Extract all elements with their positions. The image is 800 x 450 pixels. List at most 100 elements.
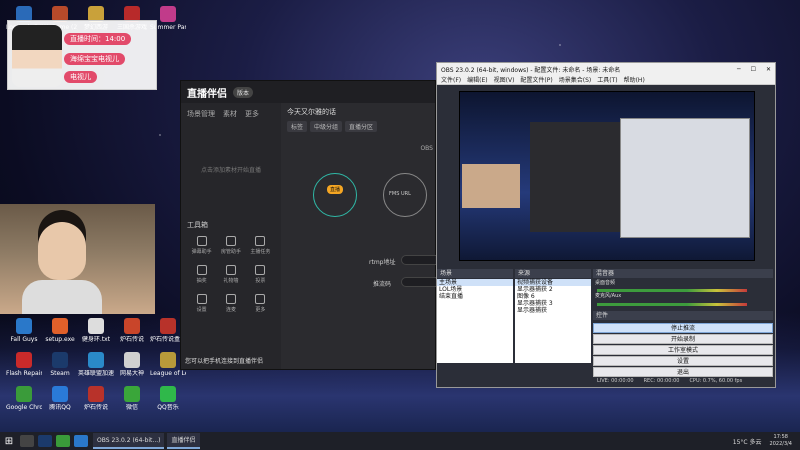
- add-source-hint: 点击添加素材开始直播: [200, 167, 261, 174]
- tool-label: 主播任务: [250, 249, 271, 255]
- taskbar-app-stream[interactable]: 直播伴侣: [167, 433, 200, 449]
- desktop-icon[interactable]: 炉石传说: [114, 318, 150, 343]
- live-overlay-widget: 直播时间：14:00 海绵宝宝电视儿 电视儿: [7, 20, 157, 90]
- stream-tab[interactable]: 场景管理: [187, 109, 215, 119]
- tool-label: 弹幕助手: [191, 249, 212, 255]
- source-item[interactable]: 显示器捕获 2: [515, 286, 591, 293]
- desktop-icon[interactable]: 英雄联盟加速器: [78, 352, 114, 377]
- tool-item[interactable]: 设置: [187, 294, 216, 313]
- obs-control-button[interactable]: 设置: [593, 356, 773, 366]
- tool-icon: [196, 265, 207, 275]
- weather-widget[interactable]: 15°C 多云: [733, 437, 762, 446]
- desktop-icon[interactable]: Fall Guys: [6, 318, 42, 343]
- obs-menu-item[interactable]: 文件(F): [441, 75, 461, 84]
- tool-label: 连麦: [225, 307, 236, 313]
- tool-label: 设置: [196, 307, 207, 313]
- stream-tag[interactable]: 中级分组: [310, 121, 343, 132]
- tool-item[interactable]: 主播任务: [246, 236, 275, 255]
- mixer-track-1: 桌面音频: [595, 280, 616, 286]
- desktop-icon-label: 炉石传说: [83, 404, 108, 411]
- obs-preview[interactable]: [459, 91, 755, 261]
- app-icon: [124, 352, 140, 368]
- obs-control-button[interactable]: 停止推流: [593, 323, 773, 333]
- desktop-icon[interactable]: setup.exe: [42, 318, 78, 343]
- explorer-taskbar-icon[interactable]: [74, 435, 88, 447]
- windows-start-icon[interactable]: ⊞: [0, 436, 18, 447]
- app-icon: [160, 386, 176, 402]
- tool-item[interactable]: 更多: [246, 294, 275, 313]
- sources-list[interactable]: 视频捕获设备 显示器捕获 2 图像 6 显示器捕获 3 显示器捕获: [515, 279, 591, 363]
- scene-item[interactable]: 主场景: [437, 279, 513, 286]
- tool-item[interactable]: 投票: [246, 265, 275, 284]
- tool-item[interactable]: 连麦: [216, 294, 245, 313]
- source-item[interactable]: 显示器捕获 3: [515, 300, 591, 307]
- scene-item[interactable]: LOL场景: [437, 286, 513, 293]
- obs-control-button[interactable]: 退出: [593, 367, 773, 377]
- stream-key-input[interactable]: [401, 277, 441, 287]
- stream-tag[interactable]: 直播分区: [345, 121, 378, 132]
- desktop-icon[interactable]: QQ音乐: [150, 386, 186, 411]
- app-icon: [124, 386, 140, 402]
- rtmp-input[interactable]: [401, 255, 441, 265]
- steam-taskbar-icon[interactable]: [38, 435, 52, 447]
- taskbar-app-obs[interactable]: OBS 23.0.2 (64-bit...): [93, 433, 165, 449]
- search-icon[interactable]: [20, 435, 34, 447]
- live-circle[interactable]: [313, 173, 357, 217]
- stream-tag[interactable]: 标签: [287, 121, 308, 132]
- stream-tab[interactable]: 素材: [223, 109, 237, 119]
- preview-obs: [620, 118, 750, 238]
- tool-item[interactable]: 弹幕助手: [187, 236, 216, 255]
- tool-item[interactable]: 礼物墙: [216, 265, 245, 284]
- desktop-icon-label: setup.exe: [45, 336, 75, 343]
- desktop-icon[interactable]: Flash Repair: [6, 352, 42, 377]
- mixer-meter-1: [597, 289, 747, 292]
- stream-key-label: 推流码: [373, 281, 392, 288]
- desktop-icon[interactable]: 微信: [114, 386, 150, 411]
- obs-menu-item[interactable]: 工具(T): [597, 75, 617, 84]
- mixer-dock-title: 混音器: [593, 269, 773, 278]
- tool-item[interactable]: 房管助手: [216, 236, 245, 255]
- connect-phone-tip[interactable]: 您可以把手机连接到直播伴侣: [185, 356, 263, 365]
- scene-item[interactable]: 结束直播: [437, 293, 513, 300]
- live-pill[interactable]: 直播: [327, 185, 344, 194]
- obs-window[interactable]: OBS 23.0.2 (64-bit, windows) - 配置文件: 未命名…: [436, 62, 776, 388]
- close-icon[interactable]: ✕: [766, 66, 771, 73]
- source-item[interactable]: 显示器捕获: [515, 307, 591, 314]
- mixer-track-2: 麦克风/Aux: [595, 293, 622, 299]
- desktop-icon-label: QQ音乐: [157, 404, 179, 411]
- taskbar: ⊞ OBS 23.0.2 (64-bit...) 直播伴侣 15°C 多云 17…: [0, 432, 800, 450]
- source-item[interactable]: 图像 6: [515, 293, 591, 300]
- tool-label: 抽奖: [196, 278, 207, 284]
- stream-title[interactable]: 今天又尔雅的话: [283, 103, 435, 121]
- scenes-dock-title: 场景: [437, 269, 513, 278]
- maximize-icon[interactable]: ☐: [751, 66, 756, 73]
- tool-item[interactable]: 抽奖: [187, 265, 216, 284]
- obs-menu-item[interactable]: 视图(V): [494, 75, 515, 84]
- obs-control-button[interactable]: 工作室模式: [593, 345, 773, 355]
- obs-menu-item[interactable]: 帮助(H): [624, 75, 645, 84]
- stream-tab[interactable]: 更多: [245, 109, 259, 119]
- source-item[interactable]: 视频捕获设备: [515, 279, 591, 286]
- desktop-icon[interactable]: 健身环.txt: [78, 318, 114, 343]
- overlay-badge-2: 海绵宝宝电视儿: [64, 53, 125, 65]
- scenes-list[interactable]: 主场景 LOL场景 结束直播: [437, 279, 513, 363]
- obs-control-button[interactable]: 开始录制: [593, 334, 773, 344]
- desktop-icon[interactable]: 炉石传说: [78, 386, 114, 411]
- clock[interactable]: 17:58 2022/3/4: [770, 434, 792, 448]
- app-icon: [52, 352, 68, 368]
- desktop-icon[interactable]: Google Chrome: [6, 386, 42, 411]
- obs-menu-item[interactable]: 编辑(E): [467, 75, 487, 84]
- desktop-icon[interactable]: Steam: [42, 352, 78, 377]
- app-icon: [52, 318, 68, 334]
- streaming-app-window[interactable]: 直播伴侣 版本 场景管理 素材 更多 点击添加素材开始直播 工具箱 弹幕助手 房管助手…: [180, 80, 441, 370]
- tool-icon: [255, 294, 266, 304]
- obs-menu-item[interactable]: 场景集合(S): [559, 75, 592, 84]
- desktop-icon[interactable]: 腾讯QQ: [42, 386, 78, 411]
- chrome-taskbar-icon[interactable]: [56, 435, 70, 447]
- obs-menu-item[interactable]: 配置文件(P): [520, 75, 552, 84]
- tool-label: 房管助手: [220, 249, 241, 255]
- stream-tags: 标签 中级分组 直播分区: [283, 121, 435, 132]
- app-icon: [124, 318, 140, 334]
- desktop-icon[interactable]: 网易大神: [114, 352, 150, 377]
- minimize-icon[interactable]: ─: [737, 66, 741, 73]
